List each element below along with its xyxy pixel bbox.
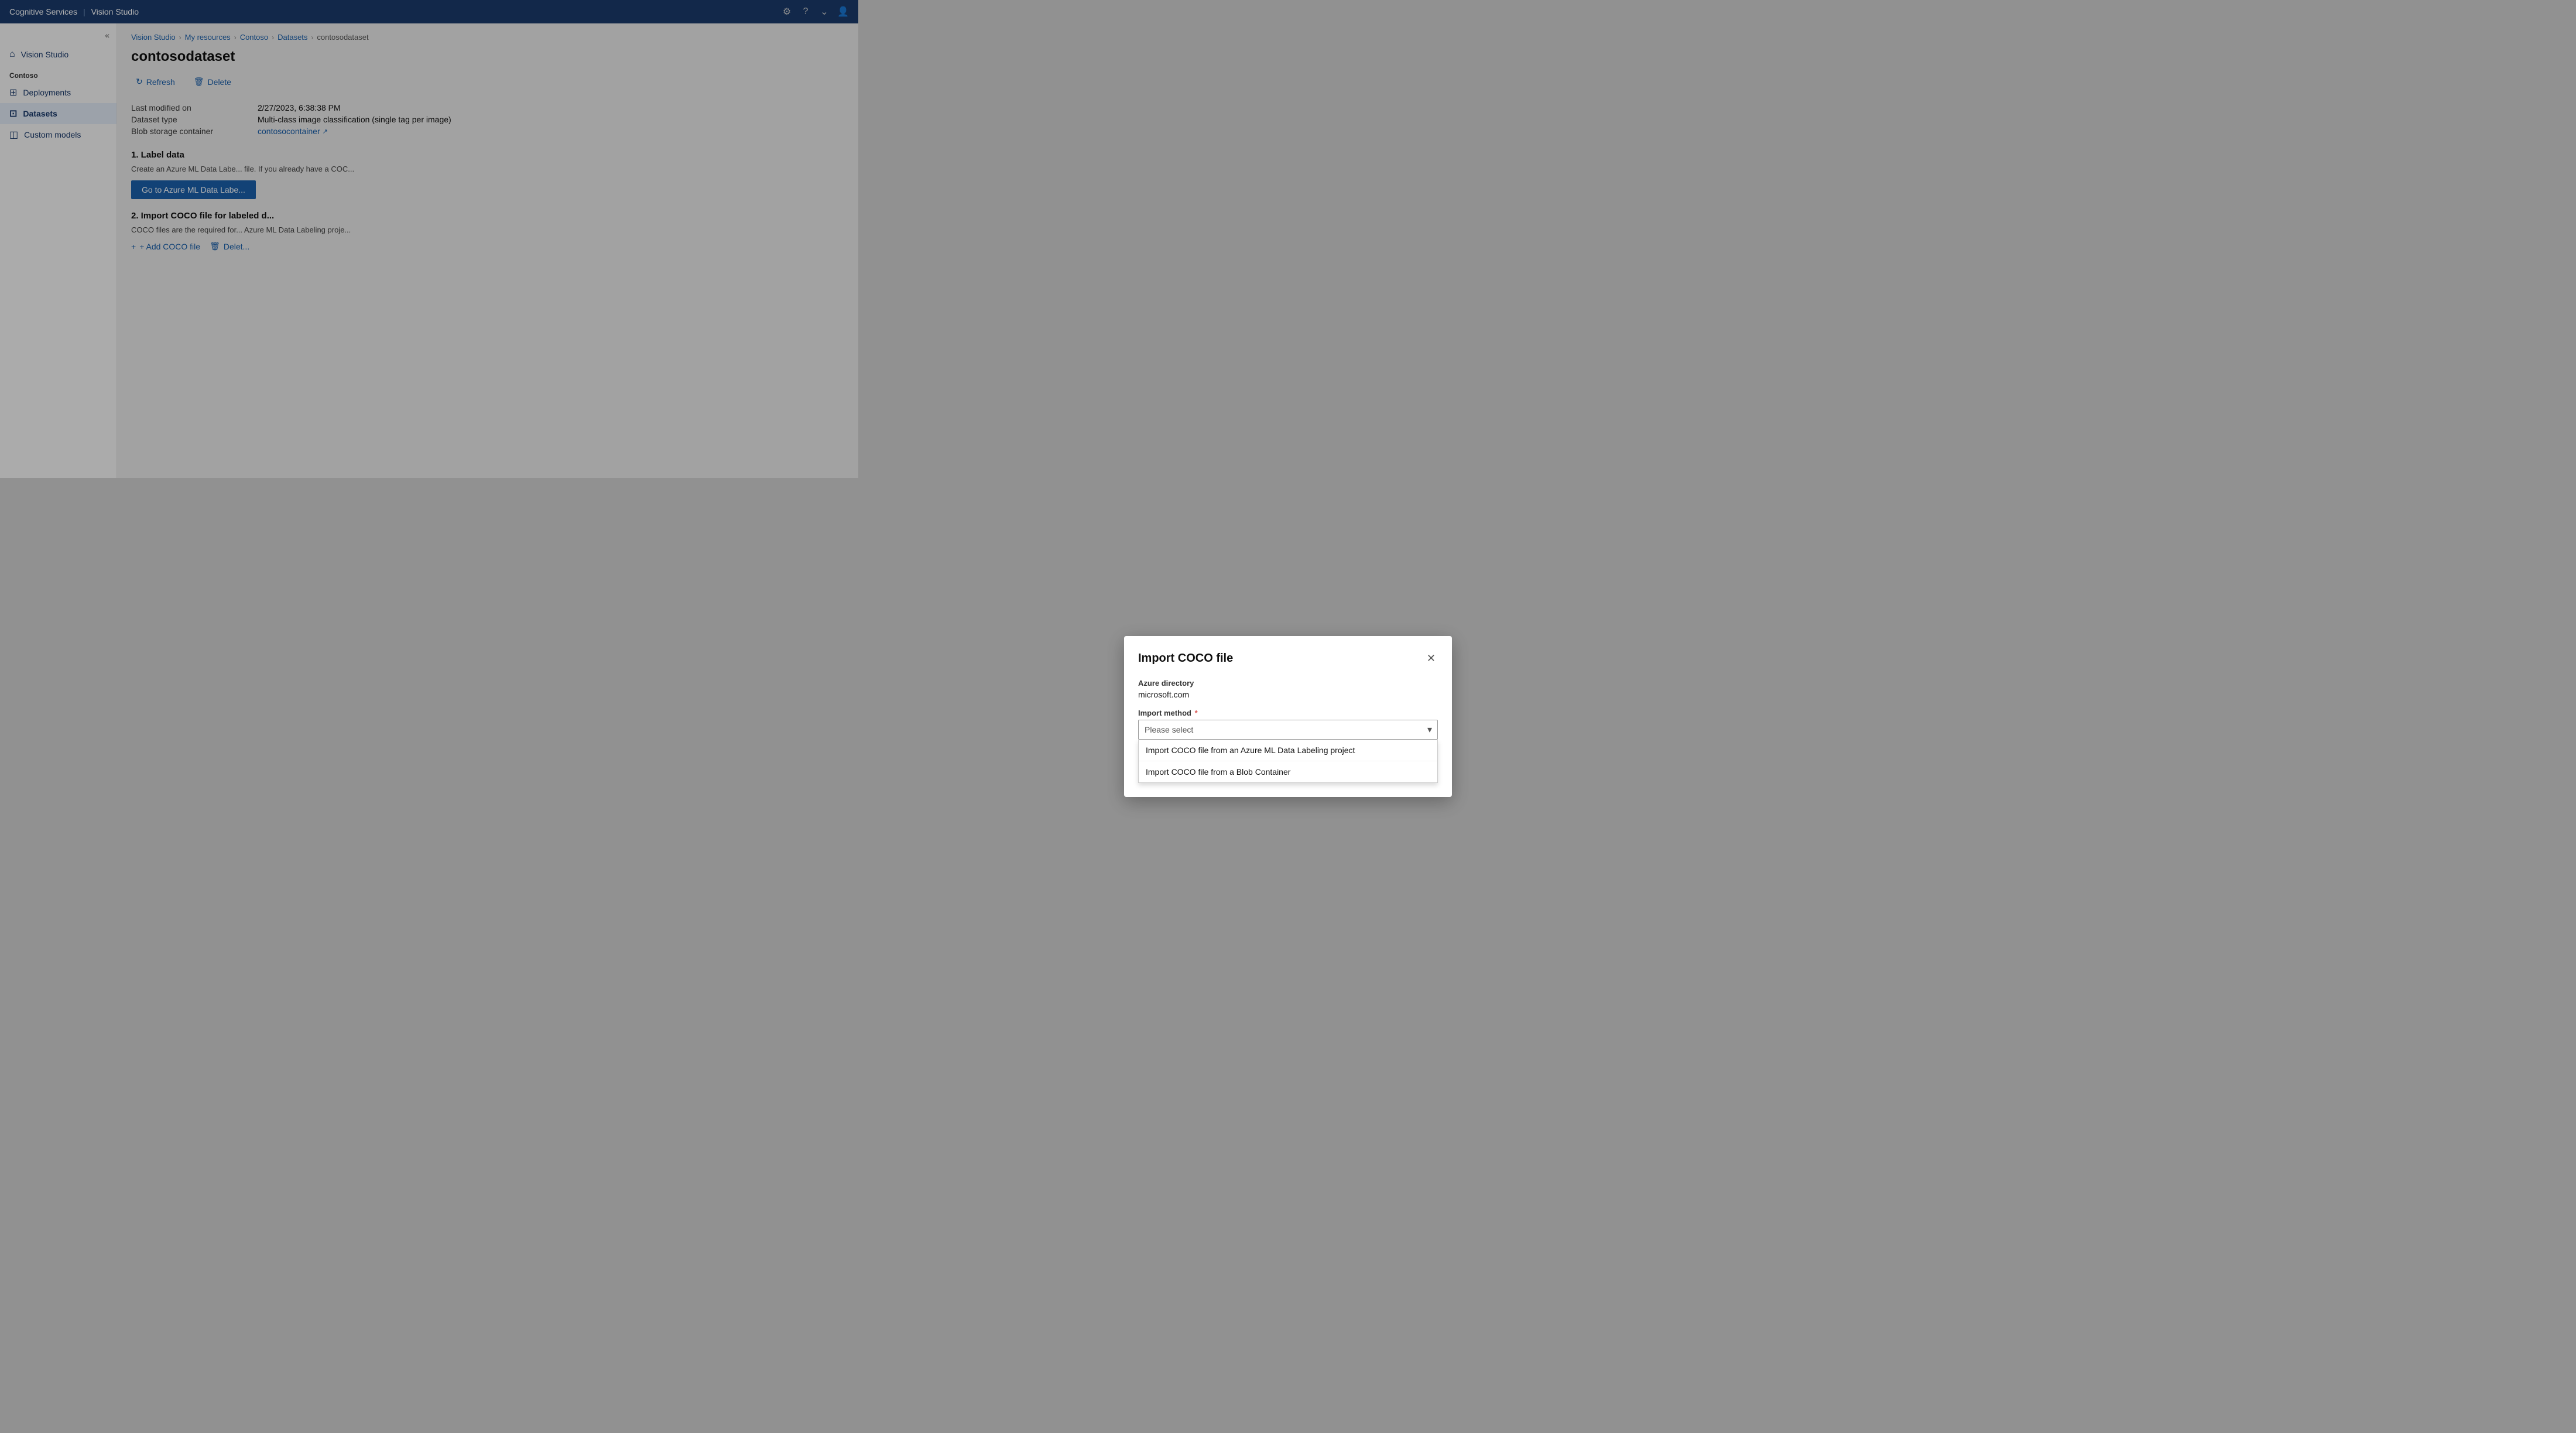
import-method-select-wrapper: Please select Import COCO file from an A… bbox=[1138, 720, 1438, 740]
dialog-header: Import COCO file ✕ bbox=[1138, 650, 1438, 667]
import-coco-dialog: Import COCO file ✕ Azure directory micro… bbox=[1124, 636, 1452, 797]
import-method-field-label: Import method * bbox=[1138, 709, 1438, 717]
dropdown-option-azure-ml-label: Import COCO file from an Azure ML Data L… bbox=[1146, 745, 1355, 755]
required-star: * bbox=[1193, 709, 1198, 717]
azure-directory-value: microsoft.com bbox=[1138, 690, 1438, 699]
dialog-close-button[interactable]: ✕ bbox=[1424, 650, 1438, 667]
import-method-label-text: Import method bbox=[1138, 709, 1191, 717]
dropdown-option-blob[interactable]: Import COCO file from a Blob Container bbox=[1139, 761, 1437, 782]
modal-overlay: Import COCO file ✕ Azure directory micro… bbox=[0, 0, 2576, 1433]
dialog-title: Import COCO file bbox=[1138, 652, 1233, 665]
import-method-select[interactable]: Please select Import COCO file from an A… bbox=[1138, 720, 1438, 740]
dropdown-option-blob-label: Import COCO file from a Blob Container bbox=[1146, 767, 1290, 777]
dropdown-option-azure-ml[interactable]: Import COCO file from an Azure ML Data L… bbox=[1139, 740, 1437, 761]
azure-directory-field-label: Azure directory bbox=[1138, 679, 1438, 688]
dropdown-options-list: Import COCO file from an Azure ML Data L… bbox=[1138, 740, 1438, 783]
